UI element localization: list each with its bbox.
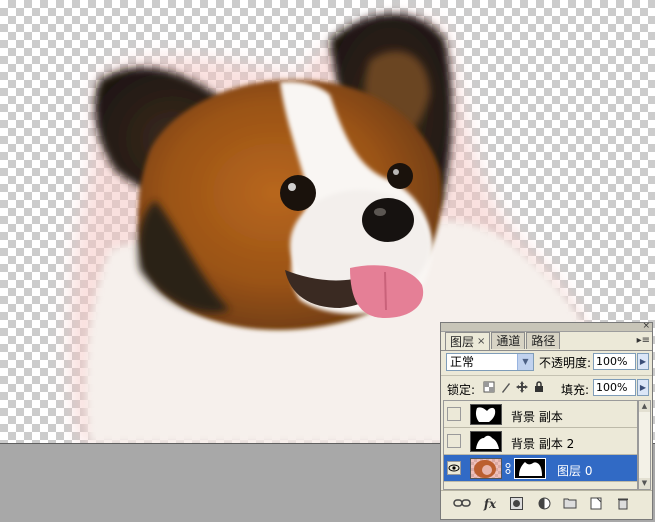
fx-icon[interactable]: fx <box>481 497 499 511</box>
scroll-up-icon[interactable]: ▲ <box>639 401 650 412</box>
layers-bottom-toolbar: fx <box>441 490 652 519</box>
opacity-label: 不透明度: <box>539 356 592 370</box>
panel-close-icon[interactable]: × <box>642 322 650 331</box>
tab-paths[interactable]: 路径 <box>526 332 561 349</box>
trash-icon[interactable] <box>617 497 629 511</box>
lock-move-icon[interactable] <box>516 381 528 393</box>
layer-list: 背景 副本 背景 副本 2 图层 0 <box>443 400 638 490</box>
layer-name[interactable]: 图层 0 <box>557 462 592 479</box>
scroll-down-icon[interactable]: ▼ <box>639 478 650 489</box>
fill-slider-arrow-icon[interactable]: ▶ <box>637 379 649 396</box>
layer-name[interactable]: 背景 副本 2 <box>511 435 574 452</box>
fill-input[interactable]: 100% <box>593 379 636 396</box>
tab-layers-label: 图层 <box>450 334 475 349</box>
lock-label: 锁定: <box>447 383 476 397</box>
lock-all-icon[interactable] <box>533 381 545 393</box>
lock-transparent-icon[interactable] <box>483 381 495 393</box>
tab-close-icon[interactable]: × <box>477 334 485 350</box>
tab-divider <box>441 350 652 351</box>
lock-paint-icon[interactable] <box>500 381 512 393</box>
layers-panel: × 图层 × 通道 路径 ▸≡ 正常 ▼ 不透明度: 100% ▶ 锁定: 填充… <box>440 322 653 520</box>
tab-channels-label: 通道 <box>496 334 521 348</box>
opacity-slider-arrow-icon[interactable]: ▶ <box>637 353 649 370</box>
layer-image-thumbnail[interactable] <box>470 458 502 479</box>
add-mask-icon[interactable] <box>509 497 523 511</box>
opacity-input[interactable]: 100% <box>593 353 636 370</box>
tab-paths-label: 路径 <box>531 334 556 348</box>
layer-list-scrollbar[interactable]: ▲ ▼ <box>638 400 651 490</box>
tab-channels[interactable]: 通道 <box>491 332 526 349</box>
layer-name[interactable]: 背景 副本 <box>511 408 563 425</box>
panel-menu-icon[interactable]: ▸≡ <box>637 335 650 346</box>
visibility-toggle[interactable] <box>447 434 461 448</box>
link-layers-icon[interactable] <box>453 497 471 511</box>
new-layer-icon[interactable] <box>590 497 602 511</box>
panel-tabs: 图层 × 通道 路径 <box>445 332 561 350</box>
layer-row[interactable]: 背景 副本 <box>444 401 637 428</box>
divider <box>441 375 652 376</box>
fill-label: 填充: <box>561 383 590 397</box>
adjustment-layer-icon[interactable] <box>537 497 551 511</box>
eye-icon[interactable] <box>447 461 461 475</box>
link-icon[interactable] <box>505 463 511 474</box>
tab-layers[interactable]: 图层 × <box>445 332 491 350</box>
layer-mask-thumbnail[interactable] <box>514 458 546 479</box>
visibility-toggle[interactable] <box>447 407 461 421</box>
blend-mode-value: 正常 <box>450 355 475 369</box>
layer-row-selected[interactable]: 图层 0 <box>444 455 637 482</box>
mask-thumbnail[interactable] <box>470 431 502 452</box>
panel-title-bar[interactable]: × <box>441 322 652 332</box>
layer-row[interactable]: 背景 副本 2 <box>444 428 637 455</box>
chevron-down-icon[interactable]: ▼ <box>517 354 533 370</box>
blend-mode-select[interactable]: 正常 ▼ <box>446 353 534 371</box>
new-group-icon[interactable] <box>563 497 577 511</box>
mask-thumbnail[interactable] <box>470 404 502 425</box>
